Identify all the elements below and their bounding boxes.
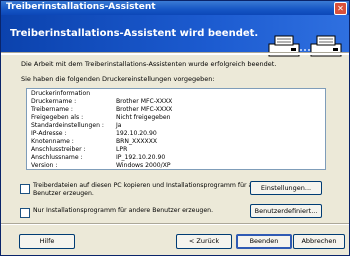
finish-button[interactable]: Beenden: [236, 234, 292, 249]
header-separator: [1, 52, 349, 55]
copy-driver-label-line1: Treiberdateien auf diesen PC kopieren un…: [33, 182, 271, 189]
printer-icons: [268, 35, 342, 57]
back-button[interactable]: < Zurück: [176, 234, 232, 249]
custom-button[interactable]: Benutzerdefiniert...: [250, 204, 322, 218]
settings-label: Sie haben die folgenden Druckereinstellu…: [21, 75, 215, 83]
close-icon[interactable]: ✕: [334, 2, 347, 15]
settings-button[interactable]: Einstellungen...: [250, 181, 322, 195]
printer-info-list[interactable]: Druckerinformation Druckername : Brother …: [26, 88, 326, 170]
intro-text: Die Arbeit mit dem Treiberinstallations-…: [21, 60, 277, 68]
copy-driver-label-line2: Benutzer erzeugen.: [33, 190, 94, 197]
installer-only-label: Nur Installationsprogramm für andere Ben…: [33, 207, 214, 214]
wizard-window: Treiberinstallations-Assistent ✕ Treiber…: [0, 0, 350, 256]
header-title: Treiberinstallations-Assistent wird been…: [10, 28, 259, 39]
installer-only-checkbox[interactable]: [20, 208, 30, 218]
title-bar: Treiberinstallations-Assistent ✕: [1, 1, 349, 15]
window-title: Treiberinstallations-Assistent: [6, 2, 156, 12]
wizard-header: Treiberinstallations-Assistent wird been…: [1, 15, 349, 57]
cancel-button[interactable]: Abbrechen: [293, 234, 345, 249]
help-button[interactable]: Hilfe: [19, 234, 75, 249]
copy-driver-checkbox[interactable]: [20, 184, 30, 194]
footer-separator: [1, 223, 349, 225]
